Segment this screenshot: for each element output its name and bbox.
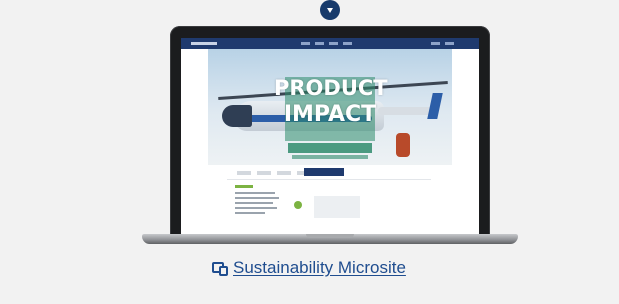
microsite-card: PRODUCT IMPACT Sustainability Microsite [0, 0, 619, 304]
hero-image: PRODUCT IMPACT [208, 49, 452, 165]
sustainability-microsite-link[interactable]: Sustainability Microsite [212, 257, 406, 279]
link-label: Sustainability Microsite [233, 258, 406, 277]
site-nav-bar [181, 38, 479, 49]
expand-toggle-button[interactable] [320, 0, 340, 20]
hero-title-line2: IMPACT [283, 102, 377, 127]
caret-down-icon [327, 8, 333, 13]
laptop-lid: PRODUCT IMPACT [170, 26, 490, 242]
devices-icon [212, 261, 228, 276]
laptop-preview-image: PRODUCT IMPACT [142, 18, 518, 246]
hero-title-line1: PRODUCT [274, 76, 388, 100]
site-content [227, 182, 431, 232]
laptop-screen: PRODUCT IMPACT [181, 38, 479, 234]
